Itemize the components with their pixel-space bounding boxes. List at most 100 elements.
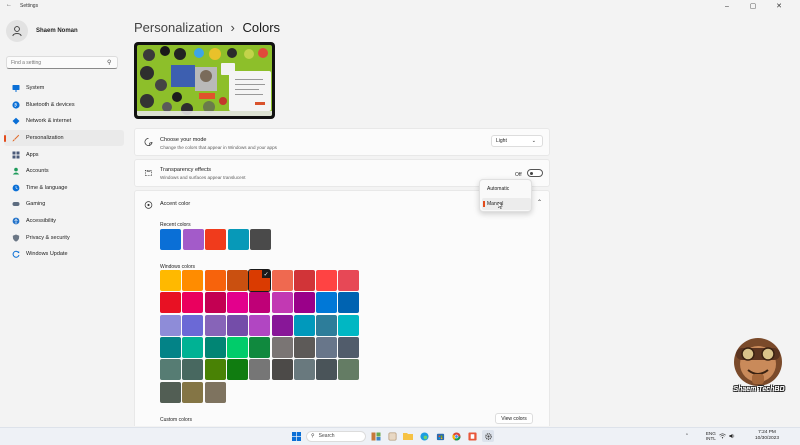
chrome-icon[interactable]: [450, 430, 462, 442]
sidebar-item-accessibility[interactable]: Accessibility: [4, 213, 124, 230]
windows-color-swatch[interactable]: [226, 292, 248, 314]
windows-color-swatch[interactable]: [204, 336, 226, 358]
windows-color-swatch[interactable]: [160, 292, 181, 314]
minimize-button[interactable]: –: [714, 0, 740, 12]
windows-color-swatch[interactable]: [160, 336, 181, 358]
windows-color-swatch[interactable]: [271, 314, 293, 336]
sidebar-item-gaming[interactable]: Gaming: [4, 196, 124, 213]
windows-color-swatch[interactable]: [249, 292, 271, 314]
windows-color-swatch[interactable]: [160, 381, 181, 403]
recent-color-swatch[interactable]: [182, 229, 204, 250]
view-colors-button[interactable]: View colors: [495, 413, 533, 424]
sidebar-item-label: Privacy & security: [26, 234, 70, 241]
recent-color-swatch[interactable]: [205, 229, 226, 250]
breadcrumb-current: Colors: [242, 20, 281, 35]
sidebar-item-personalization[interactable]: Personalization: [4, 129, 124, 147]
windows-color-swatch[interactable]: [160, 314, 181, 336]
clock[interactable]: 7:24 PM 10/30/2023: [755, 430, 779, 442]
windows-color-swatch[interactable]: [204, 359, 226, 381]
mode-dropdown[interactable]: Light ⌄: [491, 135, 543, 147]
widgets-icon[interactable]: [370, 430, 382, 442]
back-arrow-icon[interactable]: ←: [6, 2, 12, 8]
windows-color-swatch[interactable]: [293, 359, 315, 381]
start-icon[interactable]: [290, 430, 302, 442]
windows-color-swatch[interactable]: [316, 292, 338, 314]
recent-color-swatch[interactable]: [227, 229, 249, 250]
maximize-button[interactable]: ▢: [740, 0, 766, 12]
windows-color-swatch[interactable]: [338, 336, 360, 358]
windows-color-swatch[interactable]: [204, 381, 226, 403]
windows-color-swatch[interactable]: [182, 314, 204, 336]
edge-icon[interactable]: [418, 430, 430, 442]
sidebar-item-network-internet[interactable]: Network & internet: [4, 113, 124, 130]
wifi-icon[interactable]: [719, 433, 726, 440]
recent-color-swatch[interactable]: [160, 229, 181, 250]
windows-color-swatch[interactable]: [226, 336, 248, 358]
transparency-toggle[interactable]: [527, 169, 543, 177]
windows-color-swatch[interactable]: ✓: [248, 269, 272, 292]
windows-color-swatch[interactable]: [226, 359, 248, 381]
windows-color-swatch[interactable]: [338, 359, 360, 381]
windows-color-swatch[interactable]: [182, 292, 204, 314]
windows-color-swatch[interactable]: [293, 314, 315, 336]
sidebar-item-accounts[interactable]: Accounts: [4, 163, 124, 180]
windows-color-swatch[interactable]: [160, 270, 181, 291]
windows-color-swatch[interactable]: [293, 270, 315, 291]
breadcrumb-personalization[interactable]: Personalization: [134, 20, 223, 35]
windows-color-swatch[interactable]: [316, 359, 338, 381]
chevron-up-icon[interactable]: ⌃: [537, 199, 542, 206]
office-icon[interactable]: [466, 430, 478, 442]
windows-color-swatch[interactable]: [271, 270, 293, 291]
windows-color-swatch[interactable]: [338, 314, 360, 336]
windows-color-swatch[interactable]: [249, 336, 271, 358]
sidebar-item-time-language[interactable]: Time & language: [4, 180, 124, 197]
sidebar-item-apps[interactable]: Apps: [4, 146, 124, 163]
close-button[interactable]: ✕: [766, 0, 792, 12]
windows-color-swatch[interactable]: [293, 292, 315, 314]
search-input[interactable]: [11, 59, 107, 66]
chevron-up-icon[interactable]: ⌃: [685, 433, 689, 439]
profile[interactable]: Shaem Noman: [6, 20, 78, 42]
windows-color-swatch[interactable]: [271, 359, 293, 381]
sidebar-item-system[interactable]: System: [4, 80, 124, 97]
windows-color-swatch[interactable]: [271, 292, 293, 314]
folder-icon[interactable]: [402, 430, 414, 442]
volume-icon[interactable]: [729, 433, 736, 440]
windows-color-swatch[interactable]: [338, 270, 360, 291]
windows-color-swatch[interactable]: [204, 270, 226, 291]
windows-color-swatch[interactable]: [249, 359, 271, 381]
windows-color-swatch[interactable]: [249, 314, 271, 336]
taskbar-settings-icon[interactable]: [482, 430, 494, 442]
windows-color-swatch[interactable]: [226, 270, 248, 291]
taskbar-search[interactable]: ⚲ Search: [306, 430, 366, 442]
search-box[interactable]: ⚲: [6, 56, 118, 69]
windows-color-swatch[interactable]: [160, 359, 181, 381]
windows-color-swatch[interactable]: [338, 292, 360, 314]
sidebar-item-label: Bluetooth & devices: [26, 101, 75, 108]
lang-indicator[interactable]: ENG INTL: [706, 431, 716, 441]
sidebar-item-windows-update[interactable]: Windows Update: [4, 246, 124, 263]
sidebar-item-privacy-security[interactable]: Privacy & security: [4, 229, 124, 246]
windows-color-swatch[interactable]: [182, 336, 204, 358]
windows-color-swatch[interactable]: [204, 292, 226, 314]
windows-color-swatch[interactable]: [182, 381, 204, 403]
windows-color-swatch[interactable]: [226, 314, 248, 336]
store-icon[interactable]: [434, 430, 446, 442]
mode-desc: Change the colors that appear in Windows…: [160, 145, 277, 150]
windows-color-swatch[interactable]: [182, 270, 204, 291]
app-icon[interactable]: [386, 430, 398, 442]
windows-color-swatch[interactable]: [182, 359, 204, 381]
windows-color-swatch[interactable]: [316, 336, 338, 358]
sidebar-item-label: Gaming: [26, 201, 46, 208]
windows-color-swatch[interactable]: [316, 270, 338, 291]
windows-color-swatch[interactable]: [316, 314, 338, 336]
sidebar-item-bluetooth-devices[interactable]: Bluetooth & devices: [4, 97, 124, 114]
recent-color-swatch[interactable]: [250, 229, 271, 250]
menu-item-automatic[interactable]: Automatic: [482, 183, 531, 195]
menu-item-manual[interactable]: Manual: [482, 198, 531, 210]
windows-color-swatch[interactable]: [293, 336, 315, 358]
profile-name: Shaem Noman: [36, 28, 78, 34]
windows-color-swatch[interactable]: [271, 336, 293, 358]
windows-color-swatch[interactable]: [204, 314, 226, 336]
search-icon[interactable]: ⚲: [107, 59, 111, 66]
